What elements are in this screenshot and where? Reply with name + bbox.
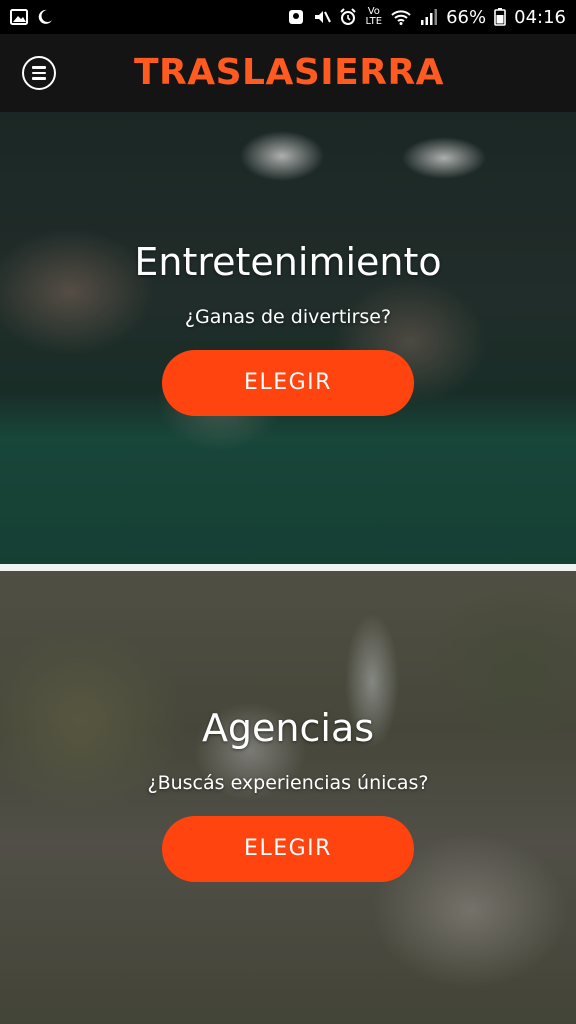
- app-bar: TRASLASIERRA: [0, 34, 576, 112]
- agencies-subtitle: ¿Buscás experiencias únicas?: [147, 772, 429, 794]
- app-title: TRASLASIERRA: [133, 52, 445, 93]
- agencies-choose-button[interactable]: ELEGIR: [162, 816, 414, 882]
- agencies-card-content: Agencias ¿Buscás experiencias únicas? EL…: [0, 706, 576, 882]
- entertainment-card[interactable]: Entretenimiento ¿Ganas de divertirse? EL…: [0, 112, 576, 564]
- entertainment-subtitle: ¿Ganas de divertirse?: [184, 306, 392, 328]
- card-divider: [0, 564, 576, 571]
- agencies-card[interactable]: Agencias ¿Buscás experiencias únicas? EL…: [0, 571, 576, 1024]
- status-right: Vo LTE 66% 04:16: [287, 7, 566, 28]
- signal-icon: [421, 9, 438, 25]
- mute-icon: [315, 11, 332, 23]
- image-icon: [10, 9, 28, 25]
- alarm-icon: [340, 8, 357, 25]
- entertainment-card-content: Entretenimiento ¿Ganas de divertirse? EL…: [0, 240, 576, 416]
- wifi-icon: [391, 10, 411, 25]
- entertainment-title: Entretenimiento: [134, 240, 442, 284]
- clock: 04:16: [514, 6, 566, 28]
- status-bar: Vo LTE 66% 04:16: [0, 0, 576, 34]
- volte-bottom-text: LTE: [365, 16, 383, 27]
- volte-icon: Vo LTE: [365, 7, 382, 27]
- battery-percent: 66%: [446, 6, 487, 28]
- entertainment-choose-button[interactable]: ELEGIR: [162, 350, 414, 416]
- battery-icon: [494, 8, 506, 26]
- moon-icon: [38, 9, 52, 24]
- notification-icon: [289, 10, 304, 24]
- status-left: [10, 8, 54, 26]
- agencies-title: Agencias: [201, 706, 375, 750]
